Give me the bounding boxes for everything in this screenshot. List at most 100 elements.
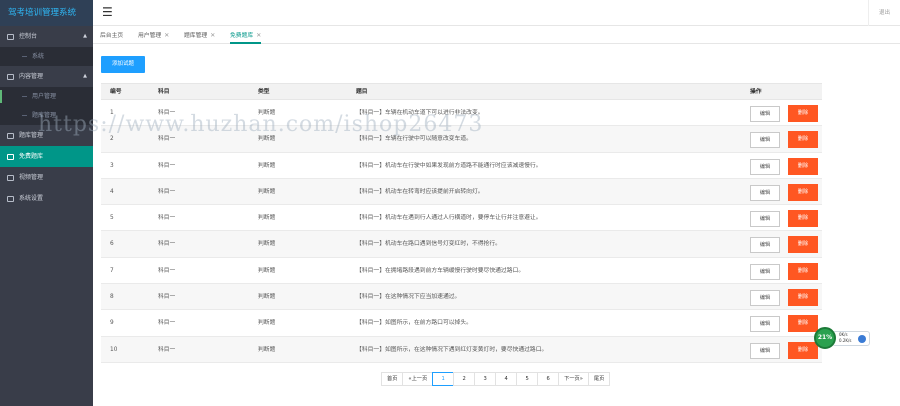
cell-id: 4	[110, 188, 114, 195]
delete-button[interactable]: 删除	[788, 236, 818, 254]
cell-id: 8	[110, 294, 114, 301]
delete-button[interactable]: 删除	[788, 105, 818, 122]
sidebar-item-content[interactable]: 内容管理 ▲	[0, 66, 93, 87]
cell-question: 【科目一】在拥堵路段遇到前方车辆缓慢行驶时要尽快通过路口。	[356, 267, 525, 274]
page-prev[interactable]: «上一页	[402, 372, 434, 386]
edit-button[interactable]: 编辑	[750, 106, 780, 122]
page-1[interactable]: 1	[432, 372, 455, 386]
sidebar-item-video[interactable]: 视频管理	[0, 167, 93, 188]
edit-button[interactable]: 编辑	[750, 290, 780, 307]
edit-button[interactable]: 编辑	[750, 132, 780, 149]
cell-id: 5	[110, 215, 114, 222]
logout-button[interactable]: 退出	[868, 0, 900, 26]
cell-id: 10	[110, 346, 118, 353]
delete-button[interactable]: 删除	[788, 157, 818, 175]
cpu-percent-badge: 21%	[814, 327, 836, 349]
cell-subject: 科目一	[158, 267, 176, 274]
header-question: 题目	[356, 89, 368, 95]
sidebar-item-label: 内容管理	[19, 73, 44, 80]
sidebar-subitem-users[interactable]: 用户管理	[0, 87, 93, 106]
dash-icon	[22, 115, 27, 116]
edit-button[interactable]: 编辑	[750, 237, 780, 254]
cell-id: 6	[110, 241, 114, 248]
table-row: 9 科目一 判断题 【科目一】如图所示，在前方路口可以掉头。 编辑 删除	[101, 310, 822, 337]
top-header: ☰ 退出	[93, 0, 900, 26]
sidebar-item-free-bank[interactable]: 免费题库	[0, 146, 93, 167]
close-icon[interactable]: ✕	[210, 32, 215, 39]
sidebar-item-settings[interactable]: 系统设置	[0, 188, 93, 209]
menu-toggle-icon[interactable]: ☰	[102, 5, 113, 19]
tab-label: 免费题库	[230, 33, 254, 39]
delete-button[interactable]: 删除	[788, 131, 818, 149]
free-icon	[7, 153, 14, 160]
cell-question: 【科目一】机动车在转弯时应该提前开启转向灯。	[356, 188, 484, 195]
cell-id: 7	[110, 267, 114, 274]
cell-subject: 科目一	[158, 346, 176, 353]
cell-type: 判断题	[258, 136, 276, 143]
edit-button[interactable]: 编辑	[750, 342, 780, 359]
header-id: 编号	[110, 89, 122, 95]
chevron-up-icon: ▲	[83, 33, 87, 39]
tab-label: 后台主页	[100, 33, 124, 39]
delete-button[interactable]: 删除	[788, 262, 818, 280]
page-next[interactable]: 下一页»	[558, 372, 589, 386]
page-4[interactable]: 4	[495, 372, 518, 386]
dash-icon	[22, 96, 27, 97]
cell-subject: 科目一	[158, 320, 176, 327]
cell-subject: 科目一	[158, 136, 176, 143]
table-row: 7 科目一 判断题 【科目一】在拥堵路段遇到前方车辆缓慢行驶时要尽快通过路口。 编辑 删除	[101, 258, 822, 285]
cell-id: 1	[110, 110, 114, 116]
network-speed-widget[interactable]: 0K/s 0.2K/s 21%	[814, 327, 874, 349]
delete-button[interactable]: 删除	[788, 183, 818, 201]
page-last[interactable]: 尾页	[587, 372, 611, 386]
sidebar-item-label: 控制台	[19, 33, 38, 40]
page-2[interactable]: 2	[453, 372, 476, 386]
cell-question: 【科目一】机动车在遇到行人通过人行横道时，要停车让行并注意避让。	[356, 215, 542, 222]
add-question-button[interactable]: 添加试题	[101, 56, 145, 73]
table-row: 4 科目一 判断题 【科目一】机动车在转弯时应该提前开启转向灯。 编辑 删除	[101, 178, 822, 206]
delete-button[interactable]: 删除	[788, 210, 818, 228]
sidebar: 驾考培训管理系统 控制台 ▲ 系统 内容管理 ▲ 用户管理 题库管理 题库管理 …	[0, 0, 93, 406]
cell-id: 9	[110, 320, 114, 327]
tab-question-bank[interactable]: 题库管理 ✕	[184, 29, 215, 44]
questions-table: 编号 科目 类型 题目 操作 1 科目一 判断题 【科目一】车辆在机动车道下可以进行非…	[101, 83, 822, 363]
cell-subject: 科目一	[158, 215, 176, 222]
sidebar-submenu: 系统	[0, 47, 93, 66]
cell-subject: 科目一	[158, 294, 176, 301]
tab-home[interactable]: 后台主页	[100, 29, 123, 44]
tab-users[interactable]: 用户管理 ✕	[138, 29, 169, 44]
cell-type: 判断题	[258, 294, 276, 301]
pagination: 首页 «上一页 1 2 3 4 5 6 下一页» 尾页	[381, 372, 611, 386]
sidebar-item-question-bank[interactable]: 题库管理	[0, 125, 93, 146]
chevron-up-icon: ▲	[83, 73, 87, 79]
sidebar-subitem-label: 用户管理	[32, 93, 57, 100]
sidebar-item-dashboard[interactable]: 控制台 ▲	[0, 26, 93, 47]
page-6[interactable]: 6	[537, 372, 560, 386]
sidebar-subitem-system[interactable]: 系统	[0, 47, 93, 66]
app-logo-title: 驾考培训管理系统	[0, 0, 93, 26]
table-row: 8 科目一 判断题 【科目一】在这种情况下应当加速通过。 编辑 删除	[101, 284, 822, 311]
edit-button[interactable]: 编辑	[750, 184, 780, 201]
page-5[interactable]: 5	[516, 372, 539, 386]
cell-type: 判断题	[258, 215, 276, 222]
cell-type: 判断题	[258, 162, 276, 169]
edit-button[interactable]: 编辑	[750, 211, 780, 228]
tab-free-bank[interactable]: 免费题库 ✕	[230, 29, 262, 44]
edit-button[interactable]: 编辑	[750, 158, 780, 175]
cell-subject: 科目一	[158, 162, 176, 169]
edit-button[interactable]: 编辑	[750, 263, 780, 280]
page-3[interactable]: 3	[474, 372, 497, 386]
cell-question: 【科目一】如图所示，在这种情况下遇到红灯变黄灯时，要尽快通过路口。	[356, 346, 548, 353]
edit-button[interactable]: 编辑	[750, 316, 780, 333]
close-icon[interactable]: ✕	[256, 32, 261, 39]
cell-type: 判断题	[258, 110, 276, 116]
cell-question: 【科目一】机动车在路口遇到信号灯变红时，不得抢行。	[356, 241, 501, 248]
table-row: 6 科目一 判断题 【科目一】机动车在路口遇到信号灯变红时，不得抢行。 编辑 删除	[101, 231, 822, 258]
dashboard-icon	[7, 33, 14, 40]
sidebar-item-label: 系统设置	[19, 195, 44, 202]
cell-question: 【科目一】如图所示，在前方路口可以掉头。	[356, 320, 472, 327]
sidebar-subitem-bank[interactable]: 题库管理	[0, 106, 93, 125]
close-icon[interactable]: ✕	[164, 32, 169, 39]
page-first[interactable]: 首页	[381, 372, 404, 386]
delete-button[interactable]: 删除	[788, 289, 818, 307]
